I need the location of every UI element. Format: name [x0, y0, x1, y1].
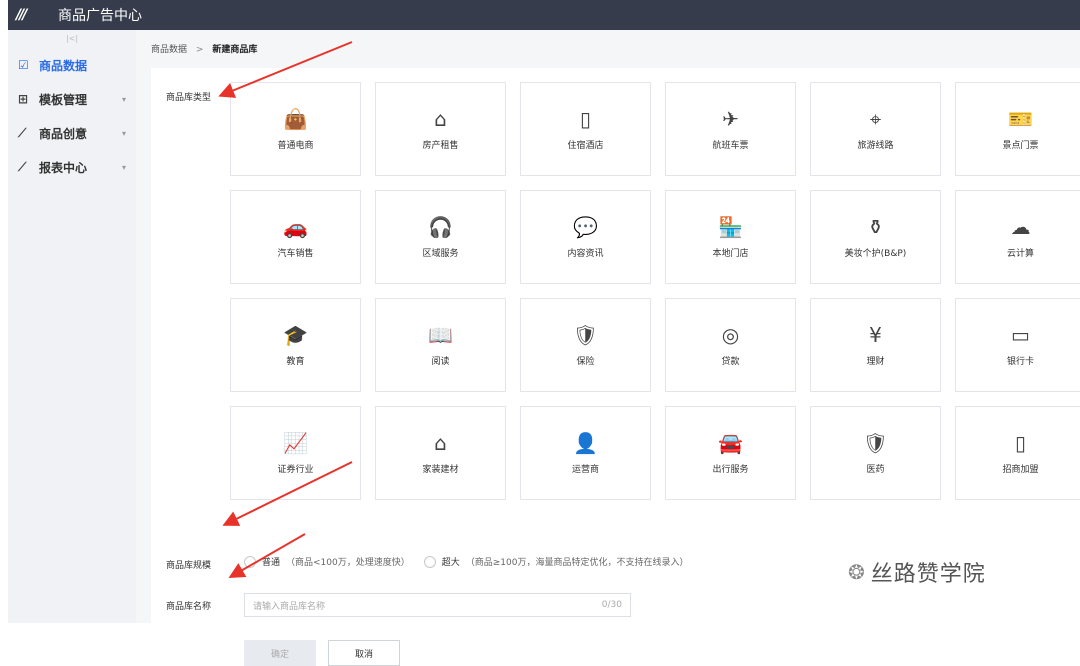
arrow-to-type-label — [218, 41, 353, 98]
watermark: ❂ 丝路赞学院 — [848, 556, 986, 588]
arrow-to-name-label — [228, 533, 306, 578]
cancel-button[interactable]: 取消 — [328, 640, 400, 666]
wechat-icon: ❂ — [848, 560, 865, 584]
confirm-button[interactable]: 确定 — [244, 640, 316, 666]
arrow-to-scale-label — [222, 461, 353, 526]
annotation-arrows — [218, 41, 353, 578]
watermark-text: 丝路赞学院 — [870, 562, 986, 587]
